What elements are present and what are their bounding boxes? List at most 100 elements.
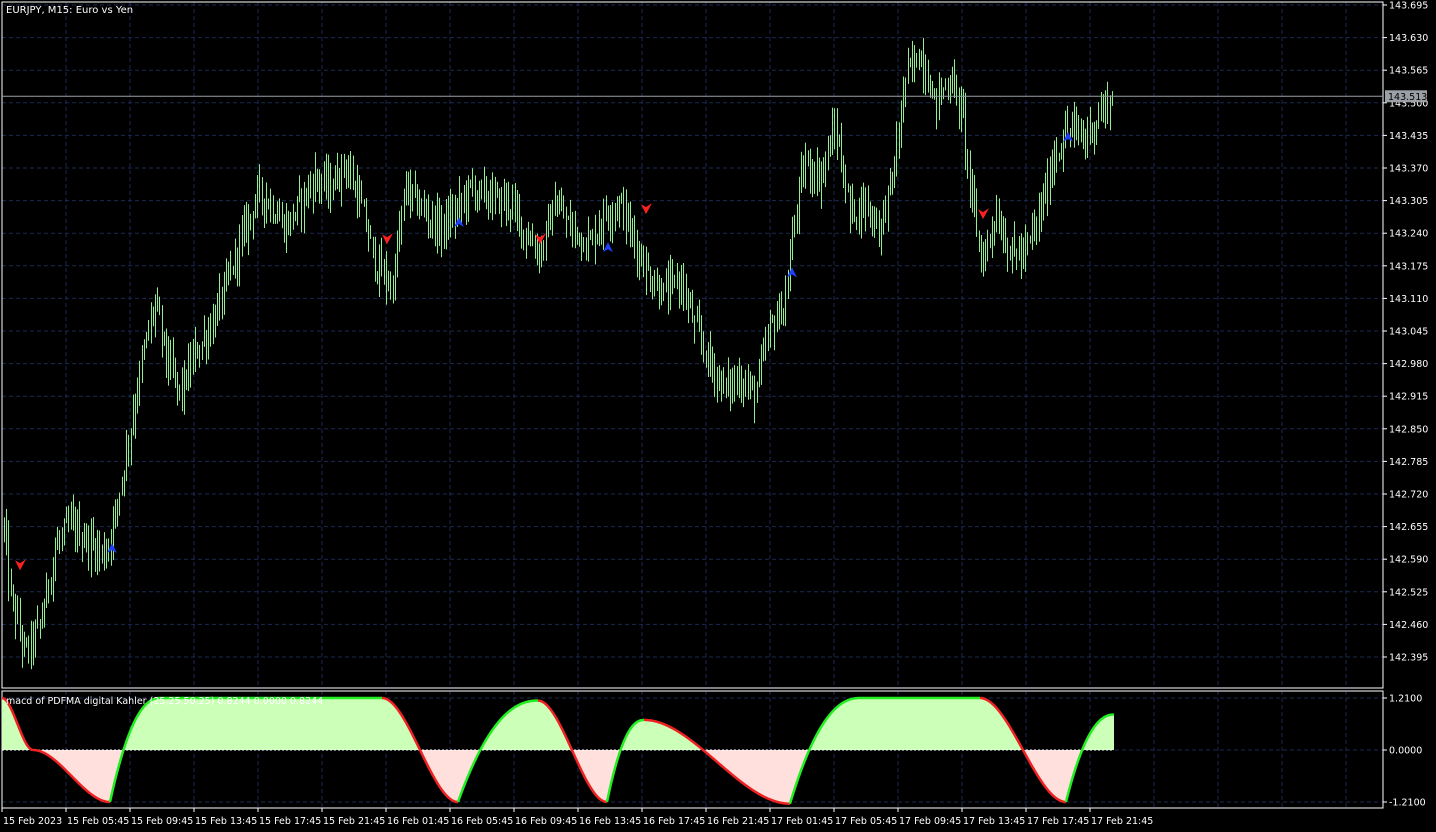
candle-body xyxy=(1072,125,1073,130)
candle-body xyxy=(592,232,593,239)
candle-body xyxy=(612,214,613,222)
macd-positive-area xyxy=(850,699,851,750)
macd-positive-area xyxy=(12,710,13,750)
macd-positive-area xyxy=(997,708,998,750)
macd-negative-area xyxy=(446,750,447,797)
macd-positive-area xyxy=(548,706,549,750)
macd-negative-area xyxy=(100,750,101,801)
macd-positive-area xyxy=(331,698,332,750)
candle-body xyxy=(128,445,129,447)
time-tick-label: 16 Feb 01:45 xyxy=(387,816,449,827)
chart-canvas[interactable]: 143.695143.630143.565143.500143.435143.3… xyxy=(0,0,1436,832)
candle-body xyxy=(1010,255,1011,257)
macd-positive-area xyxy=(518,704,519,750)
macd-positive-area xyxy=(8,703,9,750)
candle-body xyxy=(330,176,331,197)
price-tick-label: 143.565 xyxy=(1389,66,1428,77)
macd-positive-area xyxy=(652,720,653,750)
candle-body xyxy=(328,176,329,188)
macd-positive-area xyxy=(1007,722,1008,750)
candle-body xyxy=(253,214,254,218)
macd-positive-area xyxy=(960,698,961,750)
candle-body xyxy=(859,200,860,220)
candle-body xyxy=(384,269,385,275)
candle-body xyxy=(643,262,644,275)
macd-positive-area xyxy=(898,698,899,750)
macd-positive-area xyxy=(376,698,377,750)
macd-positive-area xyxy=(401,714,402,750)
candle-body xyxy=(854,200,855,221)
macd-positive-area xyxy=(840,704,841,750)
candle-body xyxy=(1056,154,1057,162)
macd-positive-area xyxy=(662,723,663,750)
macd-positive-area xyxy=(140,710,141,750)
macd-positive-area xyxy=(937,698,938,750)
macd-positive-area xyxy=(137,715,138,750)
candle-body xyxy=(224,280,225,305)
candle-body xyxy=(699,320,700,330)
macd-positive-area xyxy=(886,698,887,750)
macd-positive-area xyxy=(902,698,903,750)
macd-positive-area xyxy=(537,700,538,750)
macd-positive-area xyxy=(977,698,978,750)
macd-positive-area xyxy=(854,698,855,750)
macd-positive-area xyxy=(650,720,651,750)
macd-negative-area xyxy=(601,750,602,801)
macd-negative-area xyxy=(738,750,739,781)
candle-body xyxy=(528,240,529,243)
macd-positive-area xyxy=(963,698,964,750)
candle-body xyxy=(390,282,391,288)
macd-positive-area xyxy=(368,698,369,750)
macd-negative-area xyxy=(732,750,733,776)
candle-body xyxy=(1076,122,1077,125)
candle-body xyxy=(479,181,480,195)
price-tick-label: 143.175 xyxy=(1389,261,1428,272)
candle-body xyxy=(404,191,405,209)
macd-positive-area xyxy=(667,725,668,750)
candle-body xyxy=(235,249,236,272)
macd-positive-area xyxy=(7,701,8,750)
macd-positive-area xyxy=(351,698,352,750)
macd-negative-area xyxy=(1054,750,1055,798)
candle-body xyxy=(51,583,52,589)
macd-positive-area xyxy=(324,698,325,750)
macd-negative-area xyxy=(594,750,595,794)
candle-body xyxy=(899,133,900,143)
macd-negative-area xyxy=(68,750,69,774)
macd-positive-area xyxy=(855,698,856,750)
candle-body xyxy=(741,386,742,391)
macd-negative-area xyxy=(104,750,105,802)
macd-positive-area xyxy=(864,698,865,750)
macd-negative-area xyxy=(79,750,80,785)
macd-positive-area xyxy=(824,721,825,750)
candle-body xyxy=(515,201,516,203)
macd-positive-area xyxy=(330,698,331,750)
macd-negative-area xyxy=(1050,750,1051,794)
macd-positive-area xyxy=(923,698,924,750)
candle-body xyxy=(377,274,378,277)
macd-positive-area xyxy=(873,698,874,750)
macd-negative-area xyxy=(1040,750,1041,781)
macd-positive-area xyxy=(539,700,540,750)
candle-body xyxy=(368,229,369,239)
candle-body xyxy=(934,88,935,90)
macd-negative-area xyxy=(96,750,97,799)
candle-body xyxy=(834,128,835,130)
macd-positive-area xyxy=(894,698,895,750)
macd-positive-area xyxy=(384,698,385,750)
macd-positive-area xyxy=(991,702,992,750)
macd-positive-area xyxy=(882,698,883,750)
macd-negative-area xyxy=(746,750,747,787)
macd-negative-area xyxy=(735,750,736,778)
macd-positive-area xyxy=(1103,717,1104,750)
macd-positive-area xyxy=(958,698,959,750)
candle-body xyxy=(490,200,491,208)
candle-body xyxy=(135,406,136,417)
candle-body xyxy=(626,207,627,224)
macd-negative-area xyxy=(1049,750,1050,793)
candle-body xyxy=(439,212,440,236)
macd-positive-area xyxy=(346,698,347,750)
macd-positive-area xyxy=(827,716,828,750)
macd-positive-area xyxy=(631,726,632,750)
macd-positive-area xyxy=(907,698,908,750)
